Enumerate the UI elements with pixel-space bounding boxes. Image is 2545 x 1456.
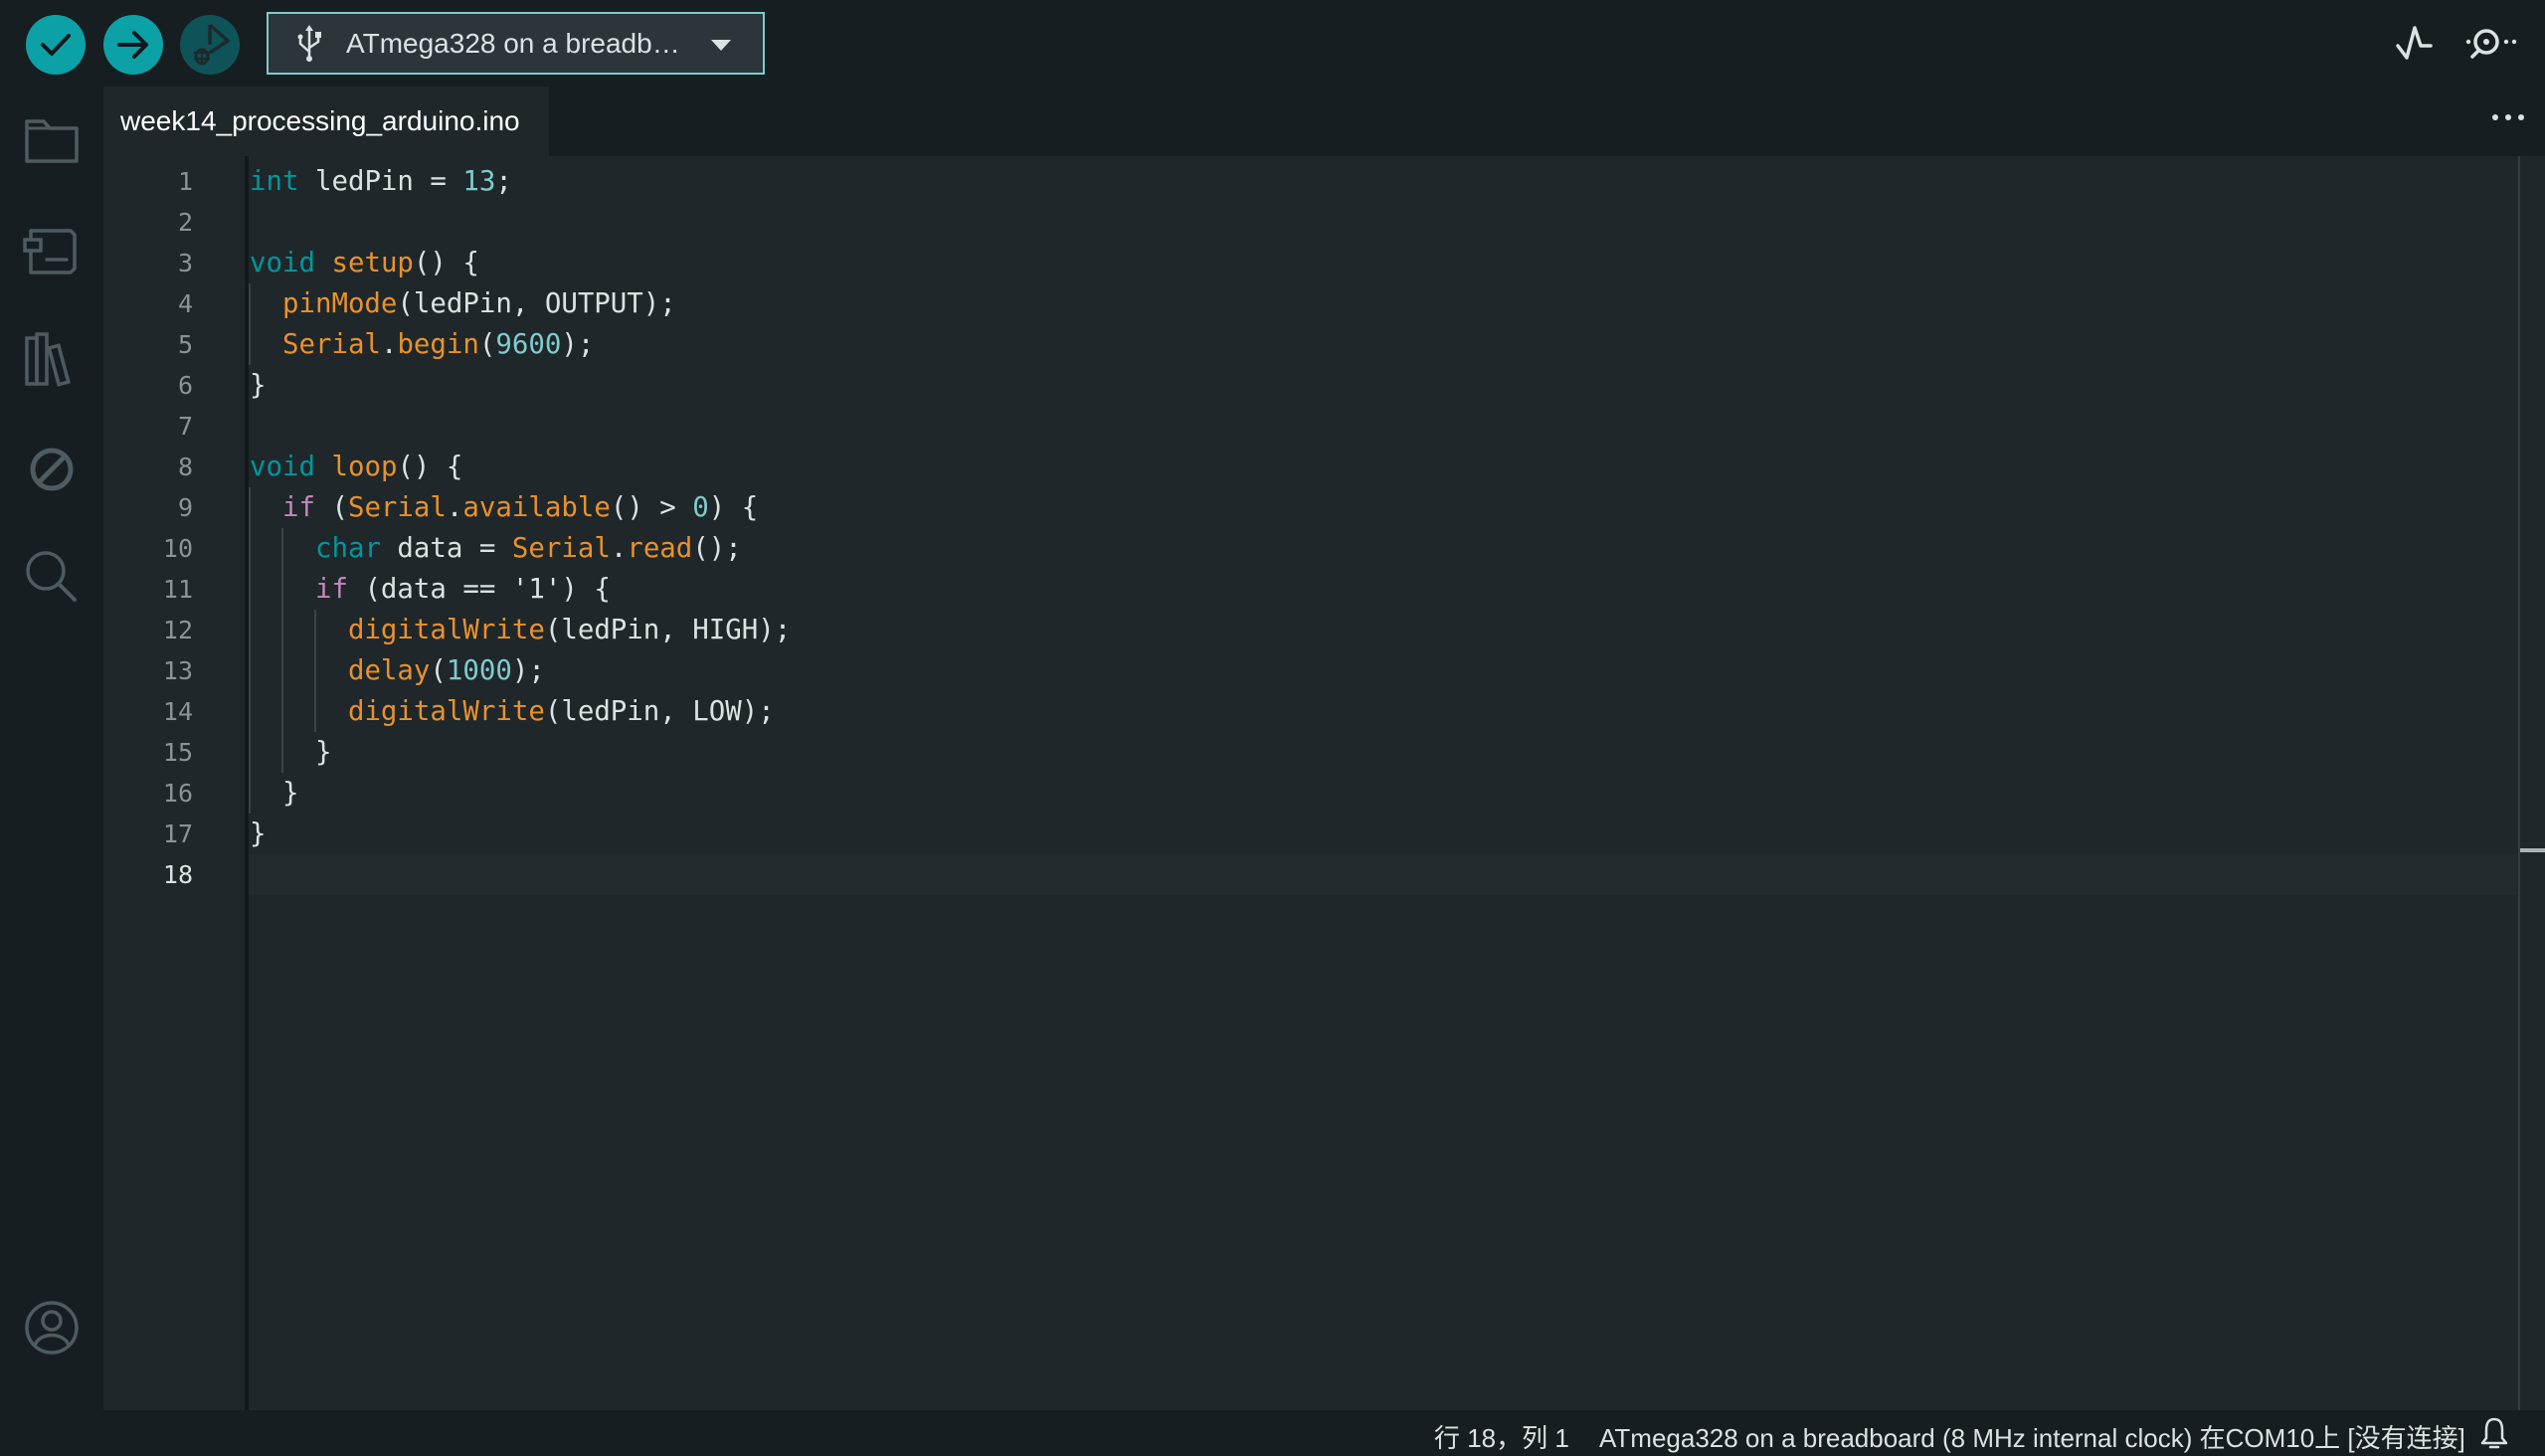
more-horizontal-icon-dot — [2492, 114, 2498, 120]
line-number: 8 — [177, 453, 193, 481]
line-number: 10 — [162, 534, 193, 563]
library-icon — [25, 332, 71, 387]
chevron-down-icon — [711, 40, 731, 51]
tab-sketch-file[interactable]: week14_processing_arduino.ino — [103, 87, 549, 156]
code-line-text: if (data == '1') { — [314, 574, 611, 605]
code-line[interactable]: char data = Serial.read(); — [249, 528, 2518, 569]
line-number-gutter: 1 2 3 4 5 6 7 8 9 10 11 12 13 14 15 16 17 18 — [103, 156, 245, 1410]
code-line[interactable]: digitalWrite(ledPin, HIGH); — [249, 610, 2518, 650]
code-line[interactable]: if (Serial.available() > 0) { — [249, 487, 2518, 528]
line-number: 1 — [177, 167, 193, 196]
more-horizontal-icon-dot — [2505, 114, 2511, 120]
code-line-text: digitalWrite(ledPin, HIGH); — [347, 615, 792, 645]
debug-button[interactable] — [180, 15, 240, 75]
sidebar-item-debug[interactable] — [22, 440, 82, 499]
line-number: 4 — [177, 289, 193, 318]
code-line-text: Serial.begin(9600); — [281, 329, 595, 360]
code-line-text: int ledPin = 13; — [250, 166, 512, 197]
code-editor[interactable]: 1 2 3 4 5 6 7 8 9 10 11 12 13 14 15 16 17 18 int ledPin =… — [103, 156, 2545, 1410]
board-status[interactable]: ATmega328 on a breadboard (8 MHz interna… — [1599, 1418, 2465, 1455]
line-number: 17 — [162, 819, 193, 848]
usb-icon — [297, 24, 321, 62]
code-line-text: char data = Serial.read(); — [314, 533, 742, 564]
debug-play-icon — [194, 23, 230, 66]
code-line[interactable]: delay(1000); — [249, 650, 2518, 691]
code-line[interactable]: } — [249, 732, 2518, 773]
line-number: 6 — [177, 371, 193, 400]
debug-disabled-icon — [30, 448, 74, 491]
overview-ruler-scrollbar[interactable] — [2518, 156, 2545, 1410]
line-number: 15 — [162, 738, 193, 767]
code-line[interactable]: } — [249, 365, 2518, 406]
code-line-text: void loop() { — [250, 452, 463, 482]
code-area[interactable]: int ledPin = 13; void setup() { pinMode(l… — [249, 156, 2518, 1410]
arrow-right-icon — [117, 31, 148, 59]
code-line[interactable]: } — [249, 773, 2518, 814]
code-line[interactable]: } — [249, 814, 2518, 854]
sidebar-item-search[interactable] — [22, 547, 82, 607]
upload-button[interactable] — [103, 15, 163, 75]
code-line-text: } — [250, 819, 267, 849]
line-number: 9 — [177, 493, 193, 522]
line-number: 11 — [162, 575, 193, 604]
serial-plotter-icon — [2396, 26, 2433, 60]
editor-tab-bar: week14_processing_arduino.ino — [103, 87, 2545, 156]
line-number: 2 — [177, 208, 193, 237]
serial-monitor-button[interactable] — [2460, 18, 2524, 70]
code-line[interactable]: int ledPin = 13; — [249, 161, 2518, 202]
tab-label: week14_processing_arduino.ino — [120, 105, 520, 136]
code-line-text: } — [250, 370, 267, 401]
code-line-text: if (Serial.available() > 0) { — [281, 492, 759, 523]
code-line-text: pinMode(ledPin, OUTPUT); — [281, 288, 676, 319]
sidebar-item-sketchbook[interactable] — [22, 111, 82, 171]
line-number: 12 — [162, 616, 193, 644]
code-line[interactable] — [249, 406, 2518, 447]
code-line[interactable] — [249, 854, 2518, 895]
code-line-text: } — [250, 737, 332, 768]
folder-icon — [25, 119, 79, 163]
cursor-position-marker — [2520, 848, 2545, 852]
cursor-position[interactable]: 行 18，列 1 — [1434, 1418, 1569, 1455]
code-line[interactable]: void loop() { — [249, 447, 2518, 487]
code-line[interactable] — [249, 202, 2518, 243]
more-options-button[interactable] — [2483, 102, 2533, 132]
indent-guide — [249, 487, 251, 814]
code-line-text: digitalWrite(ledPin, LOW); — [347, 696, 775, 727]
code-line[interactable]: pinMode(ledPin, OUTPUT); — [249, 283, 2518, 324]
more-horizontal-icon-dot — [2518, 114, 2524, 120]
sidebar-item-boards-manager[interactable] — [22, 221, 82, 280]
toolbar: ATmega328 on a breadb… — [0, 0, 2545, 87]
code-line-text: } — [250, 778, 299, 809]
code-line[interactable]: Serial.begin(9600); — [249, 324, 2518, 365]
serial-plotter-button[interactable] — [2387, 18, 2443, 70]
search-icon — [26, 551, 77, 602]
status-bar: 行 18，列 1 ATmega328 on a breadboard (8 MH… — [0, 1410, 2545, 1456]
indent-guide — [281, 528, 283, 773]
verify-button[interactable] — [26, 15, 86, 75]
code-line[interactable]: digitalWrite(ledPin, LOW); — [249, 691, 2518, 732]
code-line[interactable]: if (data == '1') { — [249, 569, 2518, 610]
line-number: 3 — [177, 249, 193, 277]
bell-icon[interactable] — [2479, 1416, 2509, 1450]
board-selector-label: ATmega328 on a breadb… — [346, 27, 680, 59]
code-line-text: void setup() { — [250, 248, 479, 278]
code-line-text: delay(1000); — [347, 655, 545, 686]
activity-bar — [0, 87, 103, 1410]
account-button[interactable] — [22, 1298, 82, 1358]
indent-guide — [249, 283, 251, 365]
indent-guide — [314, 610, 316, 732]
checkmark-icon — [41, 34, 71, 56]
serial-monitor-icon — [2465, 29, 2517, 59]
line-number: 14 — [162, 697, 193, 726]
line-number: 7 — [177, 412, 193, 441]
line-number: 18 — [162, 860, 193, 889]
account-icon — [25, 1301, 79, 1355]
board-selector[interactable]: ATmega328 on a breadb… — [267, 12, 765, 75]
sidebar-item-library-manager[interactable] — [22, 330, 82, 390]
line-number: 13 — [162, 656, 193, 685]
board-icon — [23, 229, 77, 274]
code-line[interactable]: void setup() { — [249, 243, 2518, 283]
line-number: 5 — [177, 330, 193, 359]
line-number: 16 — [162, 779, 193, 808]
